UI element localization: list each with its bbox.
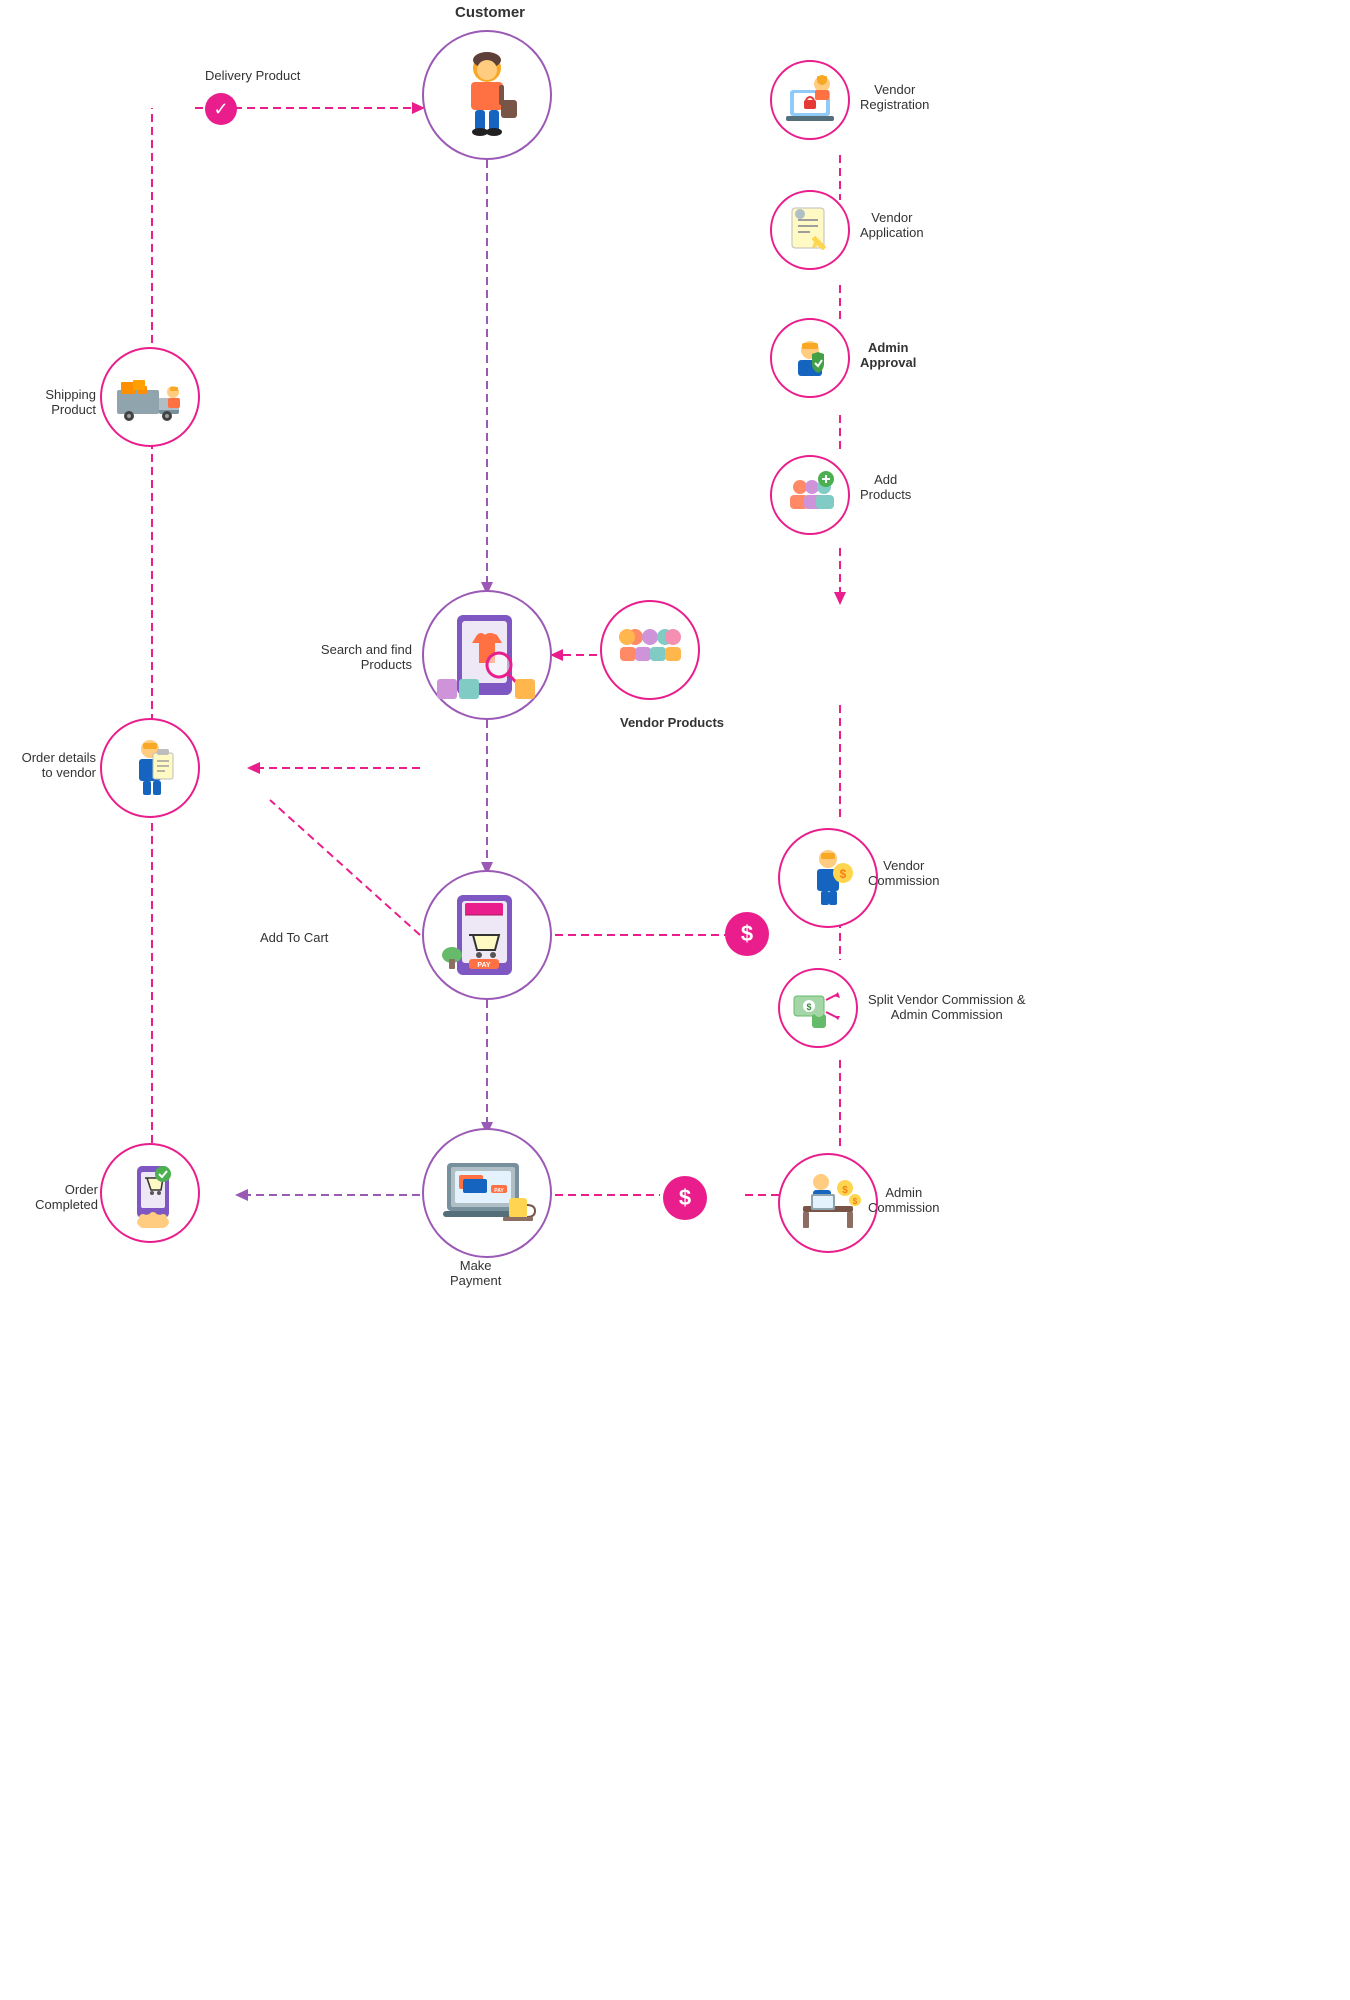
svg-text:PAY: PAY [494, 1188, 504, 1194]
search-products-label: Search and find Products [212, 642, 412, 672]
search-products-node [422, 590, 552, 720]
vendor-commission-label: Vendor Commission [868, 858, 940, 888]
svg-text:$: $ [840, 867, 847, 881]
order-completed-node [100, 1143, 200, 1243]
vendor-registration-node [770, 60, 850, 140]
vendor-commission-node: $ [778, 828, 878, 928]
add-to-cart-label: Add To Cart [260, 930, 328, 945]
add-products-node [770, 455, 850, 535]
delivery-product-label: Delivery Product [205, 68, 300, 83]
svg-text:PAY: PAY [477, 962, 491, 969]
vendor-application-node [770, 190, 850, 270]
add-to-cart-node: PAY [422, 870, 552, 1000]
diagram-container: Customer Vendor Registration [0, 0, 1350, 2000]
admin-approval-label: Admin Approval [860, 340, 916, 370]
dollar-circle-2: $ [663, 1176, 707, 1220]
dollar-circle-1: $ [725, 912, 769, 956]
vendor-products-node [600, 600, 700, 700]
vendor-products-label: Vendor Products [620, 715, 700, 730]
customer-node [422, 30, 552, 160]
make-payment-node: PAY [422, 1128, 552, 1258]
flow-lines [0, 0, 1350, 2000]
svg-text:$: $ [806, 1002, 811, 1012]
svg-text:$: $ [842, 1185, 848, 1196]
split-commission-label: Split Vendor Commission & Admin Commissi… [868, 992, 1026, 1022]
order-details-label: Order details to vendor [8, 750, 96, 780]
shipping-product-node [100, 347, 200, 447]
order-completed-label: Order Completed [12, 1182, 98, 1212]
customer-label: Customer [455, 4, 525, 21]
order-details-node [100, 718, 200, 818]
vendor-registration-label: Vendor Registration [860, 82, 929, 112]
admin-approval-node [770, 318, 850, 398]
svg-text:$: $ [853, 1197, 858, 1206]
add-products-label: Add Products [860, 472, 911, 502]
admin-commission-label: Admin Commission [868, 1185, 940, 1215]
split-commission-node: $ [778, 968, 858, 1048]
delivery-checkmark: ✓ [205, 93, 237, 125]
shipping-product-label: Shipping Product [8, 387, 96, 417]
make-payment-label: Make Payment [450, 1258, 501, 1288]
admin-commission-node: $ $ [778, 1153, 878, 1253]
vendor-application-label: Vendor Application [860, 210, 924, 240]
